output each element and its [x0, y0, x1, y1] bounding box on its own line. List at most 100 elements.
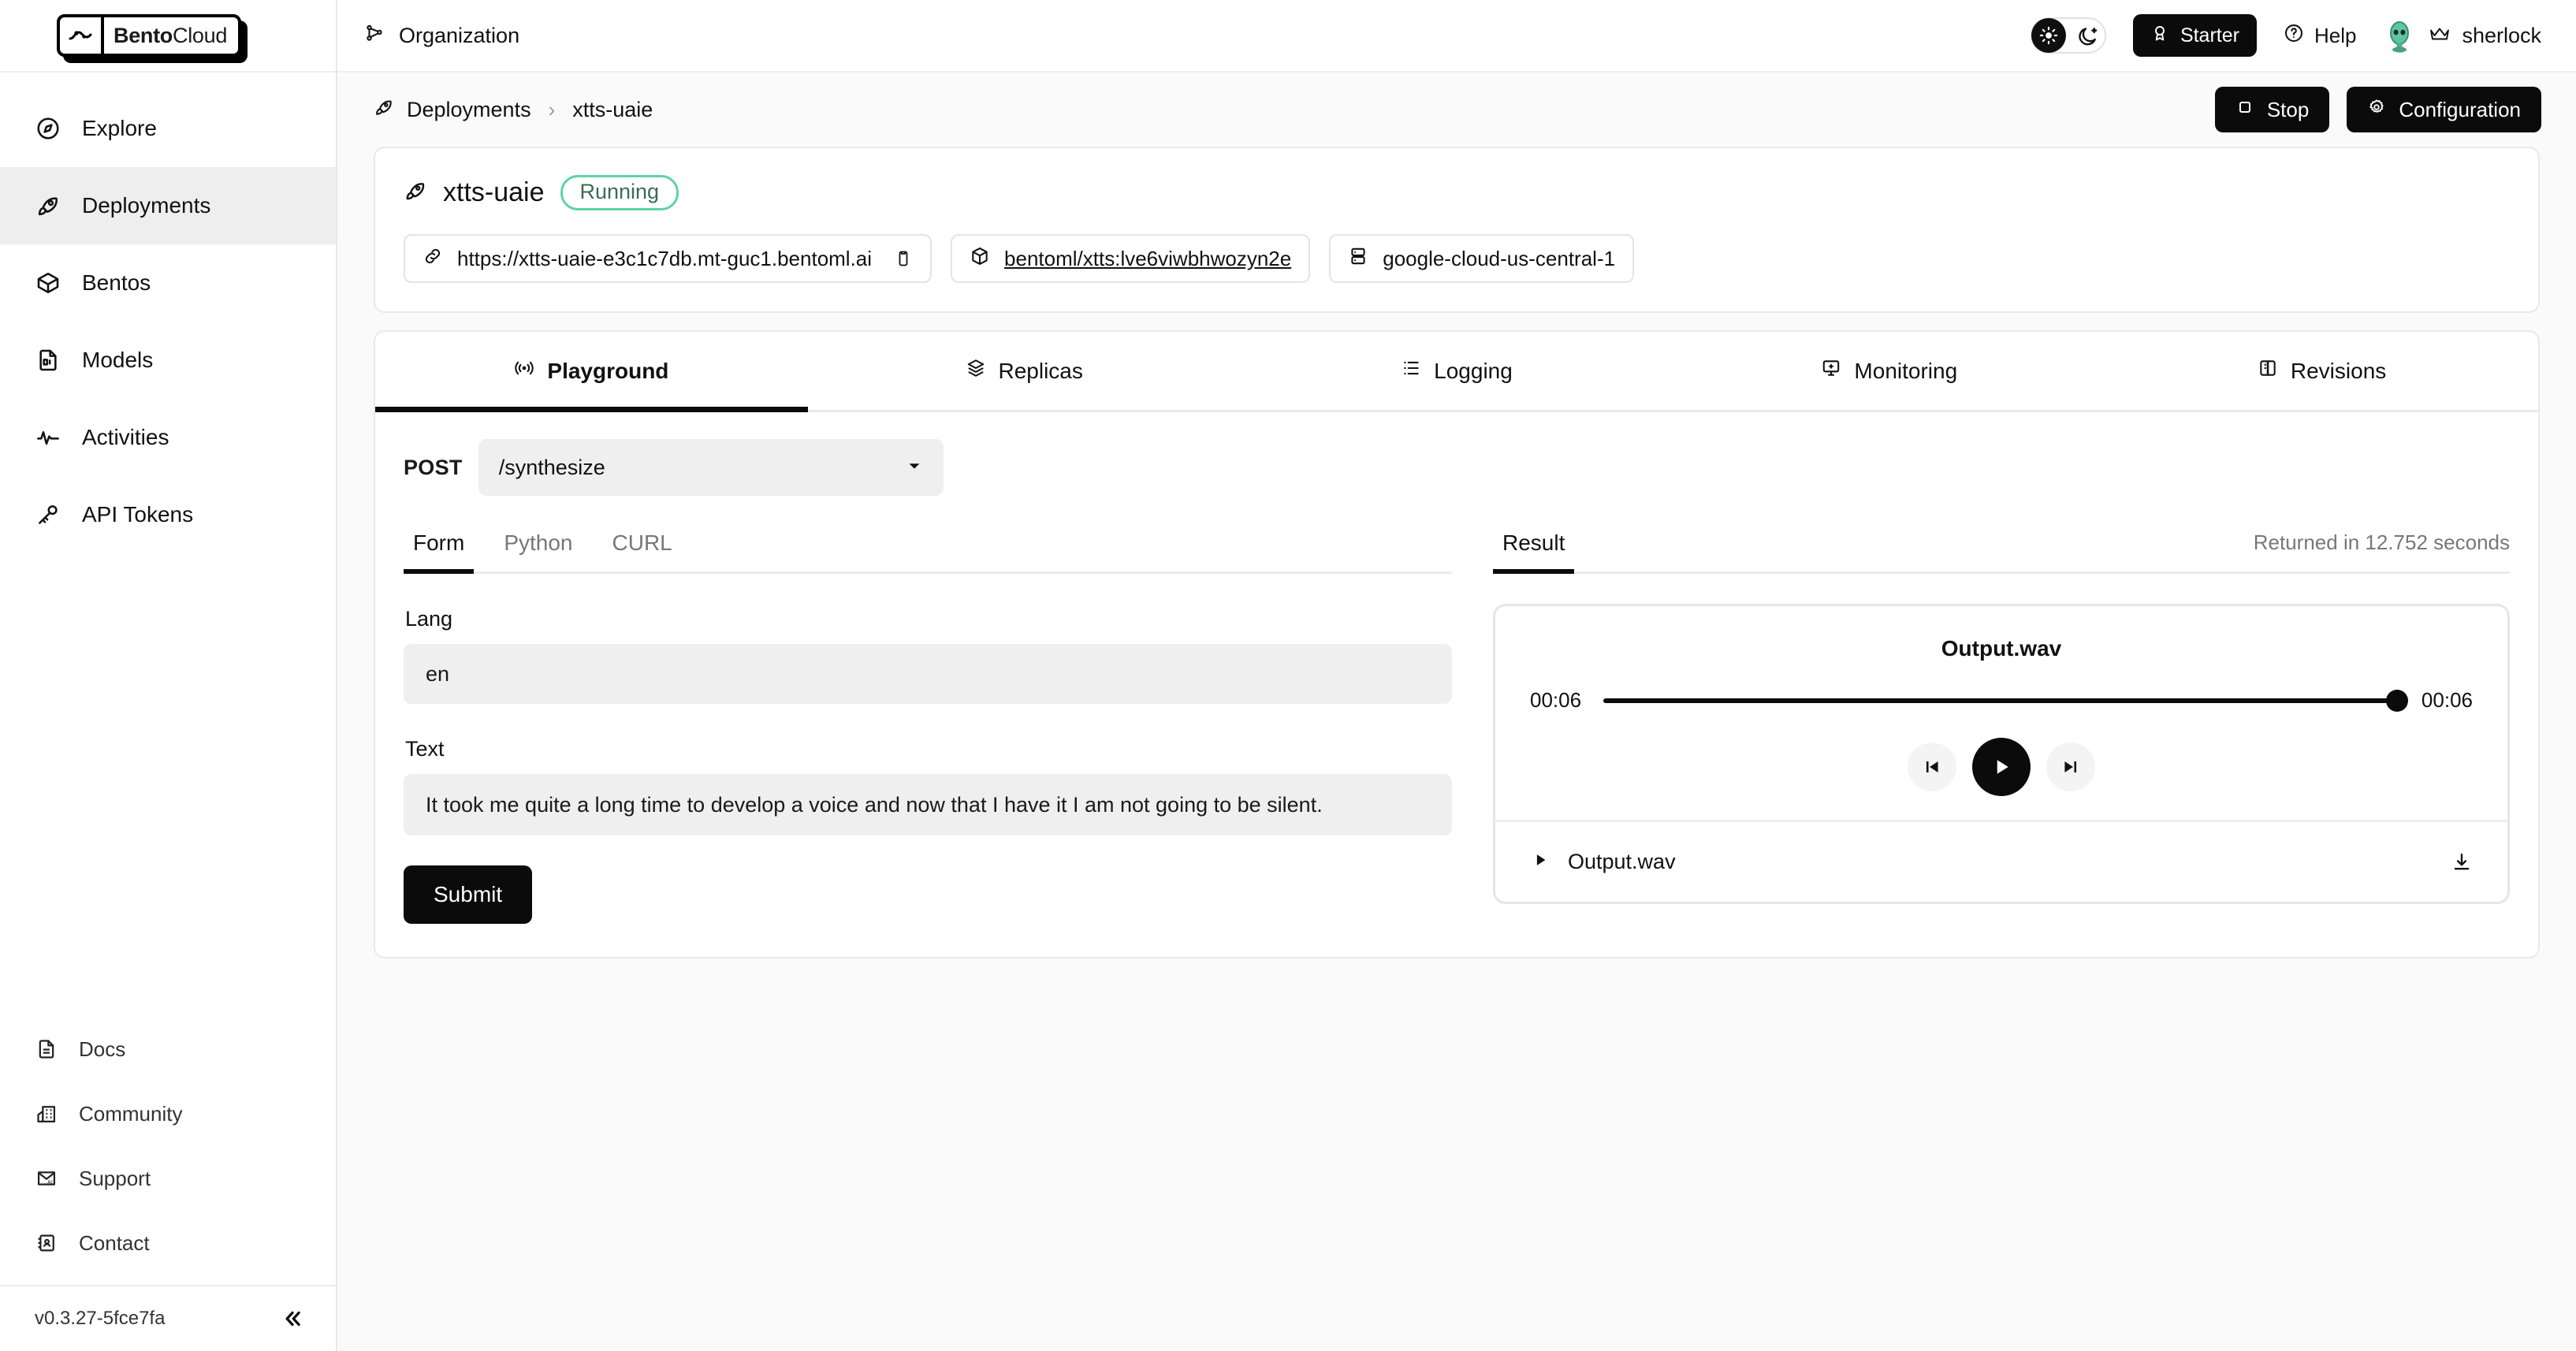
request-tab-curl[interactable]: CURL [603, 530, 682, 571]
brand-name: Bento Cloud [104, 17, 238, 54]
current-time: 00:06 [1530, 688, 1582, 712]
sidebar-item-explore[interactable]: Explore [0, 90, 336, 167]
bento-logo-icon [60, 17, 104, 54]
broadcast-icon [514, 358, 534, 384]
request-tab-label: Form [413, 530, 465, 555]
topbar: Organization Starter Help sherlock [337, 0, 2576, 73]
configuration-button[interactable]: Configuration [2347, 87, 2541, 132]
http-method-label: POST [404, 455, 463, 479]
theme-toggle[interactable] [2030, 17, 2106, 54]
award-icon [2150, 24, 2169, 48]
header-actions: Stop Configuration [2214, 87, 2541, 132]
request-tab-python[interactable]: Python [494, 530, 582, 571]
org-nodes-icon [364, 23, 385, 49]
topbar-right: Starter Help sherlock [2030, 14, 2541, 57]
deployment-title-row: xtts-uaie Running [404, 175, 2510, 210]
sidebar-item-activities[interactable]: Activities [0, 399, 336, 476]
result-tab[interactable]: Result [1493, 530, 1575, 574]
request-tab-label: CURL [612, 530, 672, 555]
box-icon [35, 270, 61, 296]
sidebar-item-models[interactable]: Models [0, 322, 336, 399]
file-name-wrap[interactable]: Output.wav [1532, 850, 1676, 874]
layers-icon [966, 358, 986, 384]
stop-button[interactable]: Stop [2214, 87, 2330, 132]
tab-revisions[interactable]: Revisions [2105, 332, 2538, 410]
sidebar-item-deployments[interactable]: Deployments [0, 167, 336, 244]
status-badge: Running [560, 175, 679, 210]
breadcrumb-bar: Deployments › xtts-uaie Stop Configurati… [337, 73, 2576, 147]
text-input[interactable]: It took me quite a long time to develop … [404, 774, 1452, 836]
submit-button[interactable]: Submit [404, 865, 533, 924]
sidebar-item-api-tokens[interactable]: API Tokens [0, 476, 336, 553]
compass-icon [35, 115, 61, 142]
tab-monitoring[interactable]: Monitoring [1673, 332, 2105, 410]
deployment-summary-card: xtts-uaie Running https://xtts-uaie-e3c1… [374, 147, 2540, 313]
endpoint-select[interactable]: /synthesize [478, 439, 944, 496]
plan-badge[interactable]: Starter [2132, 14, 2257, 57]
sidebar-item-label: Support [79, 1166, 151, 1190]
text-input-value: It took me quite a long time to develop … [426, 792, 1323, 817]
seek-row: 00:06 00:06 [1530, 688, 2473, 713]
skip-forward-icon[interactable] [2046, 742, 2095, 791]
tab-playground[interactable]: Playground [375, 332, 808, 412]
tab-label: Playground [547, 358, 669, 383]
endpoint-selector-row: POST /synthesize [404, 439, 2510, 496]
sun-icon [2031, 18, 2066, 53]
result-column: Result Returned in 12.752 seconds Output… [1493, 530, 2510, 924]
tab-label: Logging [1434, 358, 1513, 383]
rocket-icon [404, 179, 427, 207]
download-icon[interactable] [2451, 851, 2473, 873]
sidebar-item-docs[interactable]: Docs [0, 1017, 336, 1081]
model-file-icon [35, 347, 61, 374]
tab-replicas[interactable]: Replicas [808, 332, 1241, 410]
pulse-icon [35, 424, 61, 451]
transport-controls [1530, 738, 2473, 796]
sidebar-item-support[interactable]: AI Support [0, 1146, 336, 1211]
sidebar-item-community[interactable]: Community [0, 1081, 336, 1146]
logs-icon [1401, 358, 1421, 384]
breadcrumb-root[interactable]: Deployments [407, 98, 531, 122]
brand-logo[interactable]: Bento Cloud [0, 0, 336, 73]
playground-columns: Form Python CURL Lang en Text It took me… [404, 530, 2510, 924]
lang-input[interactable]: en [404, 644, 1452, 704]
breadcrumb: Deployments › xtts-uaie [374, 97, 653, 123]
plan-label: Starter [2180, 24, 2239, 47]
organization-selector[interactable]: Organization [364, 23, 519, 49]
brand-name-bold: Bento [114, 23, 173, 47]
tab-logging[interactable]: Logging [1241, 332, 1673, 410]
field-label-text: Text [405, 737, 445, 761]
contact-card-icon [35, 1231, 58, 1255]
output-file-row: Output.wav [1495, 820, 2507, 902]
skip-back-icon[interactable] [1908, 742, 1956, 791]
help-button[interactable]: Help [2284, 23, 2356, 49]
sidebar-primary-nav: Explore Deployments Bentos Models Activi… [0, 73, 336, 553]
user-name-wrap: sherlock [2429, 24, 2541, 48]
request-tab-form[interactable]: Form [404, 530, 475, 574]
stop-square-icon [2235, 98, 2254, 122]
sidebar-secondary-nav: Docs Community AI Support Contact [0, 1017, 336, 1285]
seek-handle[interactable] [2385, 689, 2408, 712]
cluster-chip[interactable]: google-cloud-us-central-1 [1329, 234, 1635, 283]
request-column: Form Python CURL Lang en Text It took me… [404, 530, 1452, 924]
version-label: v0.3.27-5fce7fa [35, 1308, 166, 1329]
user-menu[interactable]: sherlock [2383, 17, 2541, 54]
seek-bar[interactable] [1603, 689, 2408, 712]
breadcrumb-separator: › [548, 97, 556, 121]
request-tab-label: Python [504, 530, 573, 555]
result-tab-label: Result [1502, 530, 1565, 555]
chevrons-left-icon[interactable] [281, 1307, 304, 1331]
sidebar-item-label: Bentos [82, 270, 151, 295]
sidebar-item-bentos[interactable]: Bentos [0, 244, 336, 322]
play-icon[interactable] [1972, 738, 2031, 796]
rocket-icon [35, 192, 61, 219]
triangle-right-icon[interactable] [1532, 850, 1549, 874]
question-circle-icon [2284, 23, 2304, 49]
bento-chip[interactable]: bentoml/xtts:lve6viwbhwozyn2e [951, 234, 1311, 283]
deployment-chips: https://xtts-uaie-e3c1c7db.mt-guc1.bento… [404, 234, 2510, 283]
endpoint-url-chip[interactable]: https://xtts-uaie-e3c1c7db.mt-guc1.bento… [404, 234, 932, 283]
sidebar-item-contact[interactable]: Contact [0, 1211, 336, 1275]
bento-link-text[interactable]: bentoml/xtts:lve6viwbhwozyn2e [1004, 247, 1291, 271]
key-icon [35, 501, 61, 528]
monitor-icon [1821, 358, 1841, 384]
copy-icon[interactable] [894, 249, 913, 268]
